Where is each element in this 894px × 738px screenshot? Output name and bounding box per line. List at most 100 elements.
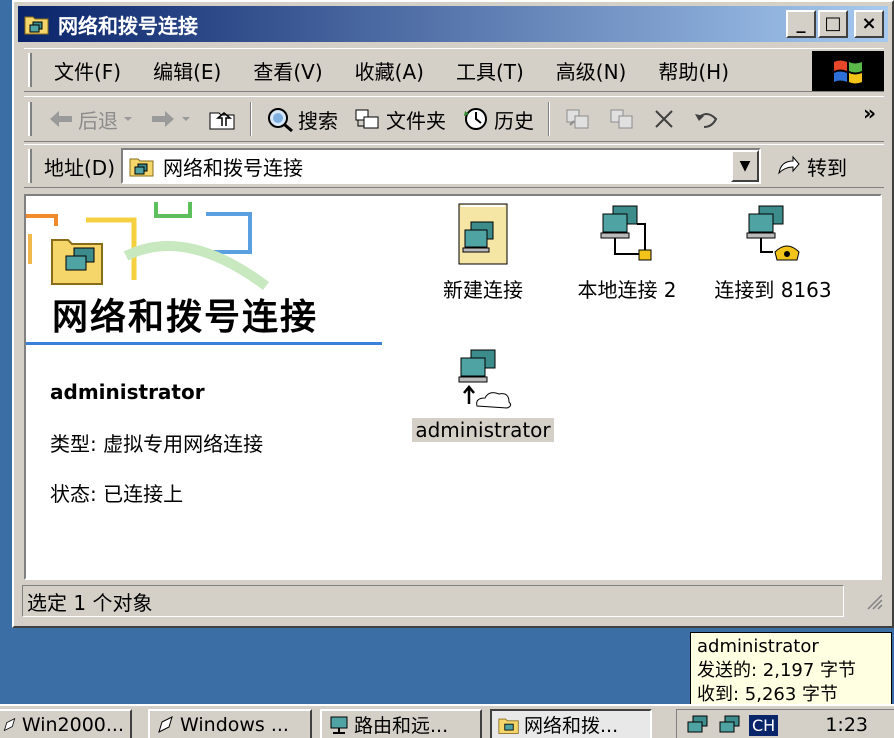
menubar-grip[interactable] <box>28 53 32 87</box>
history-icon <box>464 108 487 130</box>
selected-connection-name: administrator <box>50 380 205 404</box>
dialup-connection-icon <box>746 205 800 261</box>
new-connection-item[interactable]: 新建连接 <box>408 202 558 303</box>
toolbar-grip[interactable] <box>28 102 32 136</box>
taskbar-button-network[interactable]: 网络和拨... <box>490 709 652 738</box>
windows-logo-icon <box>812 51 884 91</box>
toolbar-separator <box>548 102 550 136</box>
folder-view[interactable]: 网络和拨号连接 administrator 类型: 虚拟专用网络连接 状态: 已… <box>24 194 882 580</box>
menu-view[interactable]: 查看(V) <box>239 56 336 85</box>
addressbar-grip[interactable] <box>28 149 32 183</box>
undo-button[interactable] <box>684 99 728 139</box>
panel-title: 网络和拨号连接 <box>52 297 319 338</box>
delete-icon <box>655 110 673 128</box>
icon-label: 连接到 8163 <box>714 278 832 302</box>
window-title: 网络和拨号连接 <box>58 13 198 38</box>
go-arrow-icon <box>778 155 800 175</box>
title-bar[interactable]: 网络和拨号连接 _ □ × <box>18 6 888 42</box>
address-value: 网络和拨号连接 <box>163 155 304 180</box>
connection-status: 状态: 已连接上 <box>50 482 184 506</box>
close-button[interactable]: × <box>854 10 884 38</box>
menu-bar: 文件(F) 编辑(E) 查看(V) 收藏(A) 工具(T) 高级(N) 帮助(H… <box>24 48 884 92</box>
network-status-icon[interactable] <box>685 714 711 736</box>
address-label: 地址(D) <box>44 155 116 180</box>
taskbar-label: 网络和拨... <box>524 715 619 737</box>
back-dropdown-icon[interactable] <box>122 114 134 124</box>
menu-edit[interactable]: 编辑(E) <box>139 56 235 85</box>
vpn-status-icon[interactable] <box>717 714 743 736</box>
go-button[interactable]: 转到 <box>777 152 847 181</box>
panel-divider <box>26 342 382 345</box>
tooltip-name: administrator <box>697 636 819 657</box>
back-arrow-icon <box>50 111 72 127</box>
up-folder-button[interactable] <box>200 99 244 139</box>
search-icon <box>268 108 293 132</box>
vpn-connection-item[interactable]: administrator <box>408 346 558 442</box>
icon-label: 新建连接 <box>443 278 523 302</box>
taskbar-button-win2000[interactable]: Win2000... <box>0 709 132 738</box>
menu-help[interactable]: 帮助(H) <box>644 56 743 85</box>
vpn-connection-icon <box>458 349 512 409</box>
connection-tooltip: administrator 发送的: 2,197 字节 收到: 5,263 字节 <box>690 632 892 710</box>
taskbar-button-routing[interactable]: 路由和远... <box>320 709 482 738</box>
back-label: 后退 <box>78 108 118 133</box>
search-label: 搜索 <box>298 108 338 133</box>
toolbar-overflow-chevron[interactable]: » <box>863 101 876 125</box>
taskbar: Win2000... Windows ... 路由和远... 网络和拨... C… <box>0 704 894 738</box>
folders-icon <box>355 109 379 129</box>
address-field[interactable]: 网络和拨号连接 ▼ <box>121 148 762 184</box>
folders-button[interactable]: 文件夹 <box>346 99 454 139</box>
tooltip-sent: 发送的: 2,197 字节 <box>697 660 857 681</box>
explorer-window: 网络和拨号连接 _ □ × 文件(F) 编辑(E) 查看(V) 收藏(A) 工具… <box>12 0 894 628</box>
routing-icon <box>330 716 348 734</box>
system-tray: CH 1:23 <box>676 709 894 738</box>
edit-app-icon <box>158 715 173 733</box>
address-dropdown-button[interactable]: ▼ <box>731 150 760 182</box>
taskbar-label: Win2000... <box>21 713 124 736</box>
forward-arrow-icon <box>152 111 174 127</box>
status-text: 选定 1 个对象 <box>22 585 845 617</box>
connection-type: 类型: 虚拟专用网络连接 <box>50 432 264 456</box>
move-to-button[interactable] <box>556 99 600 139</box>
taskbar-label: Windows ... <box>180 713 289 736</box>
toolbar-separator <box>250 102 252 136</box>
menu-advanced[interactable]: 高级(N) <box>542 56 641 85</box>
history-button[interactable]: 历史 <box>454 99 542 139</box>
new-connection-icon <box>458 203 508 265</box>
taskbar-label: 路由和远... <box>354 715 449 737</box>
address-bar: 地址(D) 网络和拨号连接 ▼ 转到 <box>24 144 884 188</box>
resize-grip-icon[interactable] <box>864 591 884 611</box>
undo-icon <box>695 113 718 128</box>
history-label: 历史 <box>494 108 534 133</box>
go-label: 转到 <box>807 155 848 180</box>
forward-dropdown-icon[interactable] <box>180 114 192 124</box>
network-folder-icon <box>498 718 519 734</box>
folders-label: 文件夹 <box>386 108 446 133</box>
window-controls: _ □ × <box>786 10 884 38</box>
menu-tools[interactable]: 工具(T) <box>442 56 538 85</box>
up-folder-icon <box>209 112 235 130</box>
edit-app-icon <box>3 717 16 731</box>
search-button[interactable]: 搜索 <box>258 99 346 139</box>
icon-label: administrator <box>412 418 554 442</box>
ime-indicator[interactable]: CH <box>749 714 779 736</box>
menu-file[interactable]: 文件(F) <box>40 56 135 85</box>
move-to-icon <box>566 109 589 129</box>
taskbar-clock[interactable]: 1:23 <box>825 714 868 736</box>
status-bar: 选定 1 个对象 <box>22 584 884 618</box>
back-button[interactable]: 后退 <box>40 99 142 139</box>
copy-to-button[interactable] <box>600 99 644 139</box>
maximize-button[interactable]: □ <box>818 10 848 38</box>
menu-favorites[interactable]: 收藏(A) <box>341 56 438 85</box>
network-folder-icon <box>129 158 154 177</box>
standard-toolbar: 后退 搜索 文件夹 历史 » <box>24 96 884 142</box>
network-banner-graphic <box>26 202 269 291</box>
minimize-button[interactable]: _ <box>786 10 816 38</box>
delete-button[interactable] <box>644 99 684 139</box>
copy-to-icon <box>610 109 633 129</box>
taskbar-button-windows[interactable]: Windows ... <box>148 709 312 738</box>
network-folder-icon <box>24 13 50 35</box>
local-connection-item[interactable]: 本地连接 2 <box>552 202 702 303</box>
forward-button[interactable] <box>142 99 200 139</box>
dialup-connection-item[interactable]: 连接到 8163 <box>698 202 848 303</box>
